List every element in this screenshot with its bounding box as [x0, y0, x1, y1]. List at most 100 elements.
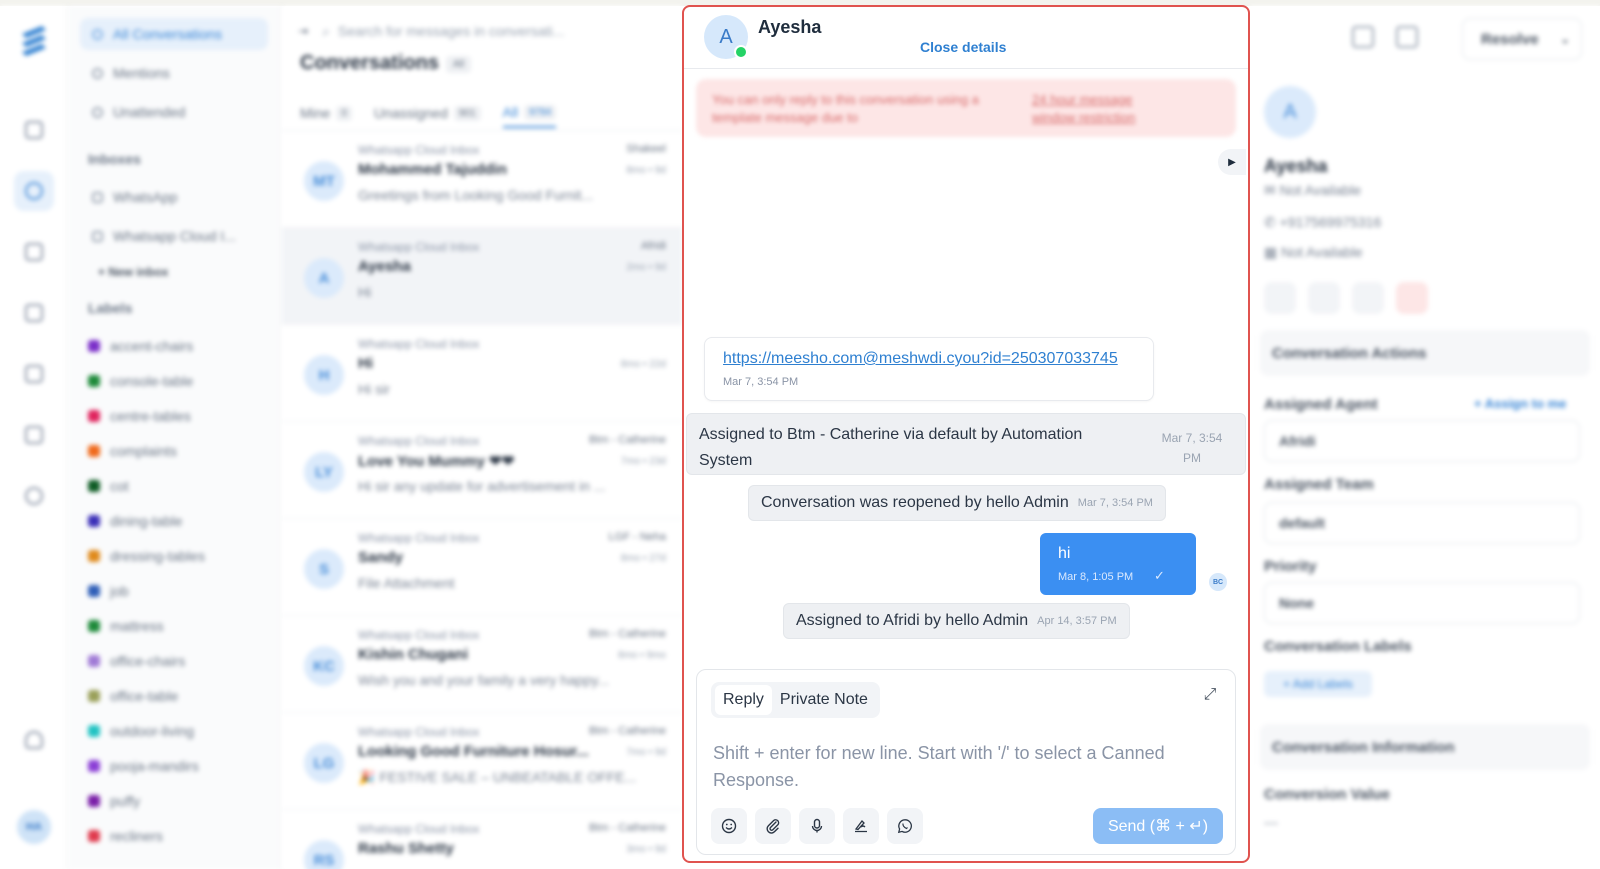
sidebar-label-item[interactable]: recliners	[88, 824, 163, 848]
conversation-list-item[interactable]: A Whatsapp Cloud Inbox Afridi Ayesha 2mo • 9…	[282, 228, 682, 325]
send-button[interactable]: Send (⌘ + ↵)	[1093, 808, 1223, 844]
sidebar-label-item[interactable]: console-table	[88, 369, 193, 393]
inbox-icon	[92, 230, 103, 242]
library-icon[interactable]	[14, 415, 54, 455]
sidebar-inbox-whatsapp[interactable]: WhatsApp	[80, 181, 268, 213]
conversation-preview: Hi sir	[358, 381, 390, 397]
sidebar-label-item[interactable]: outdoor-living	[88, 719, 194, 743]
new-message-icon[interactable]	[1264, 282, 1296, 314]
conversation-list-item[interactable]: LG Whatsapp Cloud Inbox Btm - Catherine Loo…	[282, 713, 682, 810]
reports-icon[interactable]	[14, 293, 54, 333]
reply-mode-button[interactable]: Reply	[715, 685, 772, 715]
notifications-bell-icon[interactable]	[14, 720, 54, 760]
campaigns-icon[interactable]	[14, 354, 54, 394]
conversation-time: 8mo • 9d	[626, 165, 666, 176]
conversation-contact-name: Ayesha	[358, 258, 411, 275]
status-filter-badge[interactable]: All	[446, 56, 472, 73]
conversation-avatar: LY	[304, 452, 344, 492]
whatsapp-icon	[734, 45, 748, 59]
sidebar-label-item[interactable]: pooja-mandirs	[88, 754, 199, 778]
current-user-avatar[interactable]: HA	[17, 810, 51, 844]
sidebar-label-item[interactable]: job	[88, 579, 129, 603]
conversation-preview: Hi sir any update for advertisement in .…	[358, 478, 606, 494]
expand-panel-button[interactable]: ▶	[1218, 149, 1246, 175]
sidebar-label-item[interactable]: dining-table	[88, 509, 182, 533]
sidebar-inbox-whatsapp-cloud[interactable]: Whatsapp Cloud I...	[80, 220, 268, 252]
chevron-down-icon[interactable]: ⌄	[1561, 33, 1570, 46]
conversation-actions-header[interactable]: Conversation Actions	[1260, 330, 1590, 376]
resolve-button[interactable]: Resolve ⌄	[1462, 18, 1582, 60]
message-link[interactable]: https://meesho.com@meshwdi.cyou?id=25030…	[723, 350, 1118, 368]
conversation-list-item[interactable]: RS Whatsapp Cloud Inbox Btm - Catherine Ras…	[282, 810, 682, 869]
priority-select[interactable]: None	[1264, 582, 1580, 624]
conversation-list-item[interactable]: KC Whatsapp Cloud Inbox Btm - Catherine Kis…	[282, 616, 682, 713]
private-note-mode-button[interactable]: Private Note	[772, 685, 876, 715]
search-bar[interactable]: ⇥ ⌕ Search for messages in conversati...	[298, 16, 644, 46]
conversation-time: 8mo • 27d	[620, 553, 666, 564]
sidebar-item-mentions[interactable]: Mentions	[80, 57, 268, 89]
conversation-contact-name: Hi	[358, 355, 373, 372]
add-labels-button[interactable]: + Add Labels	[1264, 671, 1372, 697]
assigned-agent-select[interactable]: Afridi	[1264, 420, 1580, 462]
close-details-link[interactable]: Close details	[920, 39, 1006, 55]
download-icon[interactable]	[1396, 26, 1418, 48]
conversation-preview: Wish you and your family a very happy...	[358, 672, 610, 688]
emoji-icon[interactable]	[711, 808, 747, 844]
attachment-paperclip-icon[interactable]	[755, 808, 791, 844]
conversation-list-item[interactable]: LY Whatsapp Cloud Inbox Btm - Catherine Lov…	[282, 422, 682, 519]
snooze-icon[interactable]	[1352, 26, 1374, 48]
search-input[interactable]: Search for messages in conversati...	[338, 23, 564, 39]
tab-all[interactable]: All 9784	[502, 98, 557, 128]
settings-gear-icon[interactable]	[14, 476, 54, 516]
inbox-name: Whatsapp Cloud Inbox	[358, 822, 480, 836]
message-input[interactable]: Shift + enter for new line. Start with '…	[713, 740, 1213, 794]
conversation-time: 2mo • 9d	[626, 262, 666, 273]
conversion-value-label: Conversion Value	[1264, 786, 1390, 803]
conversations-icon[interactable]	[14, 171, 54, 211]
conversation-preview: File Attachment	[358, 575, 455, 591]
contact-panel: Resolve ⌄ A Ayesha ✉ Not Available ✆ +917…	[1250, 6, 1600, 869]
contact-name: Ayesha	[1264, 156, 1328, 176]
conversation-list-item[interactable]: H Whatsapp Cloud Inbox Hi 8mo • 22d Hi sir	[282, 325, 682, 422]
signature-icon[interactable]	[843, 808, 879, 844]
label-color-swatch	[88, 830, 100, 842]
restriction-link[interactable]: 24 hour message window restriction	[1032, 91, 1172, 127]
sidebar-label-item[interactable]: puffy	[88, 789, 140, 813]
microphone-icon[interactable]	[799, 808, 835, 844]
priority-label: Priority	[1264, 558, 1317, 575]
app-rail: HA	[0, 6, 68, 869]
conversation-time: 8mo • 9mo	[618, 650, 666, 661]
label-color-swatch	[88, 550, 100, 562]
assigned-agent: Shakeel	[626, 143, 666, 155]
delete-icon[interactable]	[1396, 282, 1428, 314]
sidebar-label-item[interactable]: centre-tables	[88, 404, 191, 428]
edit-icon[interactable]	[1308, 282, 1340, 314]
tab-mine[interactable]: Mine 0	[300, 98, 352, 128]
assign-to-me-link[interactable]: + Assign to me	[1474, 396, 1566, 411]
tab-unassigned[interactable]: Unassigned 901	[374, 98, 481, 128]
contacts-icon[interactable]	[14, 232, 54, 272]
conversation-list-item[interactable]: MT Whatsapp Cloud Inbox Shakeel Mohammed Ta…	[282, 131, 682, 228]
sidebar-label-item[interactable]: cot	[88, 474, 129, 498]
sidebar-label-item[interactable]: office-chairs	[88, 649, 185, 673]
panel-toggle-icon[interactable]: ⇥	[298, 24, 308, 38]
assigned-team-select[interactable]: default	[1264, 502, 1580, 544]
whatsapp-template-icon[interactable]	[887, 808, 923, 844]
search-icon: ⌕	[322, 22, 330, 39]
conversation-information-header[interactable]: Conversation Information	[1260, 724, 1590, 770]
sidebar-item-unattended[interactable]: Unattended	[80, 96, 268, 128]
label-color-swatch	[88, 620, 100, 632]
conversation-list-item[interactable]: S Whatsapp Cloud Inbox LGF - Neha Sandy 8mo …	[282, 519, 682, 616]
sidebar-label-item[interactable]: mattress	[88, 614, 164, 638]
new-inbox-link[interactable]: + New inbox	[98, 265, 168, 279]
sidebar-item-all-conversations[interactable]: All Conversations	[80, 18, 268, 50]
sidebar-label-item[interactable]: complaints	[88, 439, 177, 463]
contact-name[interactable]: Ayesha	[758, 17, 821, 38]
expand-editor-icon[interactable]: ⤢	[1201, 686, 1219, 704]
merge-icon[interactable]	[1352, 282, 1384, 314]
sidebar-label-item[interactable]: accent-chairs	[88, 334, 193, 358]
sidebar-label-item[interactable]: office-table	[88, 684, 178, 708]
inbox-icon[interactable]	[14, 110, 54, 150]
assigned-agent: Btm - Catherine	[588, 822, 666, 834]
sidebar-label-item[interactable]: dressing-tables	[88, 544, 205, 568]
